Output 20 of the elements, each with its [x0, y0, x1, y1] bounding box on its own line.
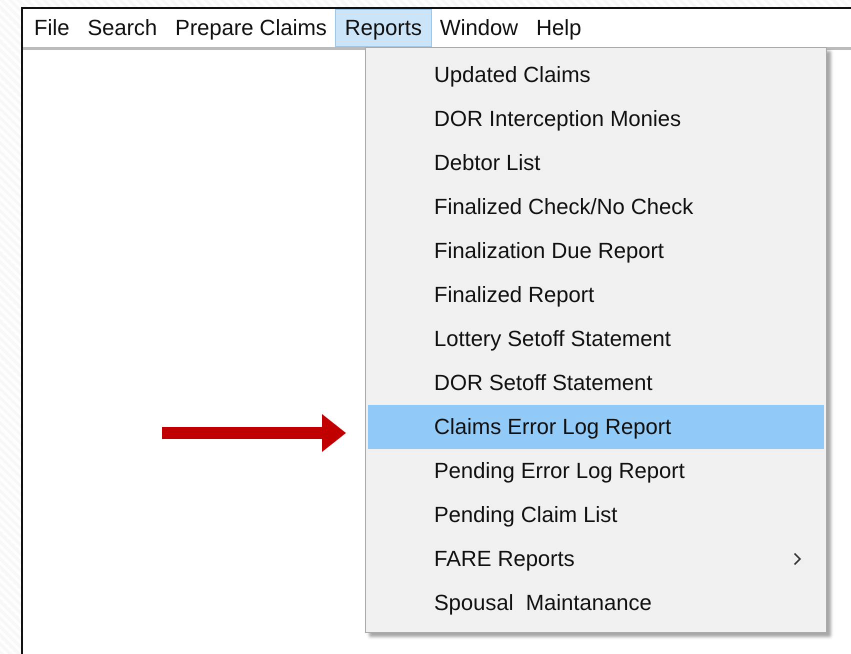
menu-option[interactable]: Lottery Setoff Statement — [368, 317, 824, 361]
menu-item[interactable]: Prepare Claims — [165, 9, 337, 47]
menu-option[interactable]: Spousal Maintanance — [368, 581, 824, 625]
menu-option[interactable]: Finalized Report — [368, 273, 824, 317]
menu-option[interactable]: Debtor List — [368, 141, 824, 185]
menu-option[interactable]: DOR Setoff Statement — [368, 361, 824, 405]
menu-option[interactable]: Updated Claims — [368, 53, 824, 97]
menu-item[interactable]: Reports — [334, 9, 432, 47]
menu-item[interactable]: Help — [526, 9, 592, 47]
menu-option[interactable]: Finalized Check/No Check — [368, 185, 824, 229]
menu-option[interactable]: FARE Reports — [368, 537, 824, 581]
menu-item[interactable]: File — [24, 9, 80, 47]
menu-option[interactable]: Claims Error Log Report — [368, 405, 824, 449]
menu-option[interactable]: DOR Interception Monies — [368, 97, 824, 141]
chevron-right-icon — [793, 552, 802, 566]
menu-option[interactable]: Pending Error Log Report — [368, 449, 824, 493]
menu-item[interactable]: Window — [430, 9, 528, 47]
menu-option[interactable]: Finalization Due Report — [368, 229, 824, 273]
menu-item[interactable]: Search — [77, 9, 168, 47]
menu-option[interactable]: Pending Claim List — [368, 493, 824, 537]
